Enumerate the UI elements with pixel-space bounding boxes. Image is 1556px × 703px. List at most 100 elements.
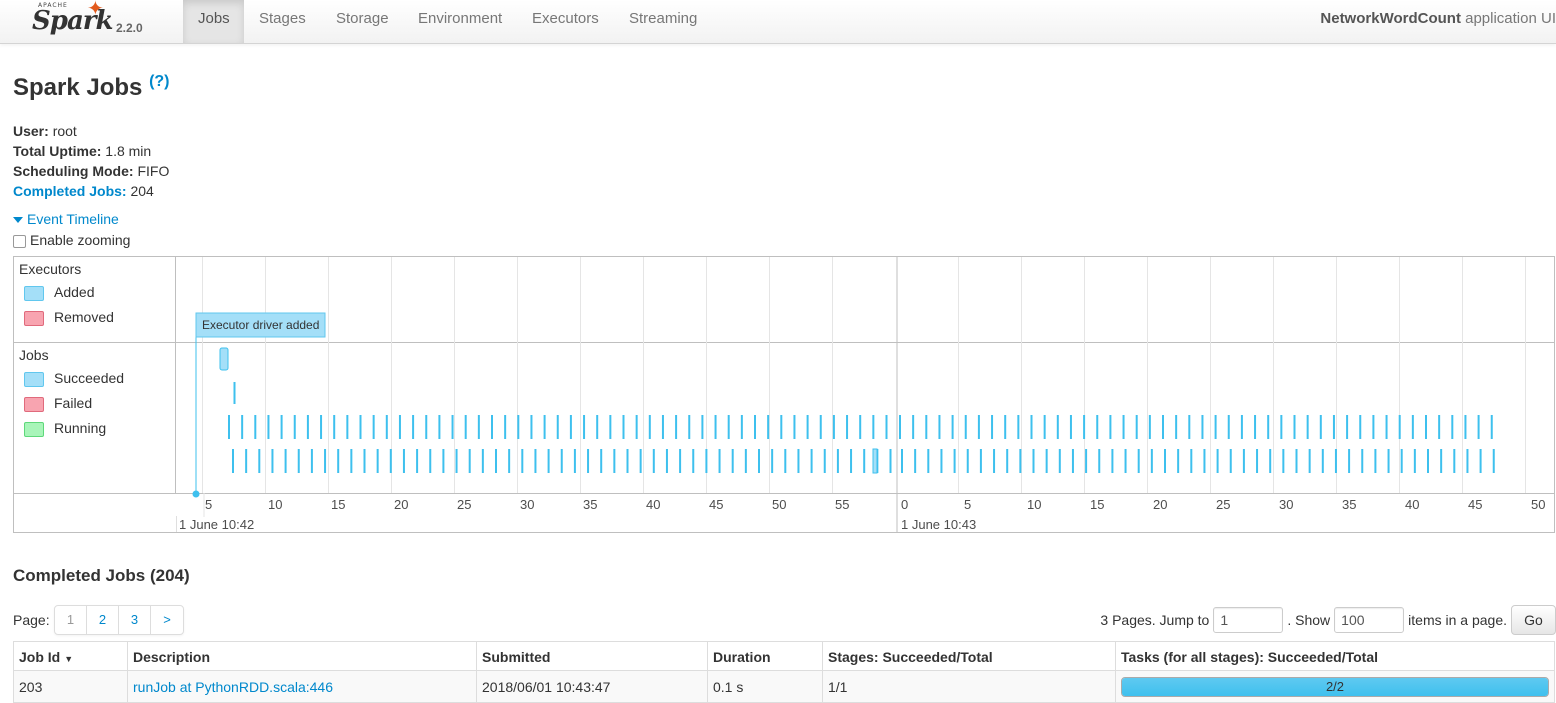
job-bar: [547, 449, 550, 473]
job-bar: [543, 415, 546, 439]
tab-streaming[interactable]: Streaming: [614, 0, 712, 43]
page-jump-form: 3 Pages. Jump to . Show items in a page.…: [1100, 605, 1556, 635]
job-bar: [626, 449, 629, 473]
job-bar: [233, 382, 236, 404]
job-bar: [333, 415, 336, 439]
job-bar: [1058, 449, 1061, 473]
help-icon[interactable]: (?): [149, 73, 169, 90]
legend-swatch: [24, 421, 44, 437]
job-bar: [1148, 415, 1151, 439]
job-bar: [1019, 449, 1022, 473]
col-stages[interactable]: Stages: Succeeded/Total: [822, 641, 1116, 671]
job-bar: [925, 415, 928, 439]
tab-executors[interactable]: Executors: [517, 0, 614, 43]
job-bar: [530, 415, 533, 439]
legend-swatch: [24, 396, 44, 412]
job-bar: [609, 415, 612, 439]
job-bar: [1214, 415, 1217, 439]
tick-label: 30: [520, 497, 534, 512]
page-title-text: Spark Jobs: [13, 74, 143, 101]
job-bar: [425, 415, 428, 439]
job-bar: [758, 449, 760, 473]
app-title: NetworkWordCount application UI: [1320, 0, 1556, 43]
job-bar: [1269, 449, 1272, 473]
col-job-id-label: Job Id: [19, 648, 61, 665]
job-id-cell: 203: [13, 670, 128, 703]
legend-label: Running: [54, 420, 107, 436]
job-description-link[interactable]: runJob at PythonRDD.scala:446: [133, 679, 333, 695]
event-timeline-toggle[interactable]: Event Timeline: [13, 211, 119, 227]
event-timeline-label: Event Timeline: [27, 211, 119, 227]
page-1-button[interactable]: 1: [55, 606, 87, 634]
job-bar: [254, 415, 257, 439]
tab-storage[interactable]: Storage: [321, 0, 404, 43]
job-bar: [481, 449, 484, 473]
col-submitted[interactable]: Submitted: [476, 641, 708, 671]
page-size-input[interactable]: [1334, 607, 1405, 633]
legend-swatch: [24, 371, 44, 387]
job-bar: [372, 415, 375, 439]
legend-label: Succeeded: [54, 370, 125, 386]
summary-mode: Scheduling Mode: FIFO: [13, 161, 169, 181]
job-bar: [1150, 449, 1153, 473]
job-bar: [1427, 449, 1429, 473]
job-bar: [241, 415, 244, 439]
job-bar: [991, 415, 994, 439]
job-bar: [337, 449, 340, 473]
job-bar: [675, 415, 678, 439]
job-bar: [569, 415, 572, 439]
job-bar: [1411, 415, 1414, 439]
job-bar: [1137, 449, 1140, 473]
job-bar: [727, 415, 730, 439]
page-2-button[interactable]: 2: [87, 606, 119, 634]
next-page-button[interactable]: >: [151, 606, 183, 634]
job-bar: [850, 449, 853, 473]
job-bar: [442, 449, 445, 473]
job-bar: [280, 415, 283, 439]
executor-event-dot: [192, 490, 200, 498]
tick-label: 25: [1216, 497, 1230, 512]
col-job-id[interactable]: Job Id ▼: [14, 642, 128, 671]
job-bar: [705, 449, 708, 473]
job-bar: [1135, 415, 1138, 439]
completed-jobs-title[interactable]: Completed Jobs (204): [13, 566, 190, 586]
job-bar: [889, 449, 892, 473]
job-bar: [714, 415, 717, 439]
job-bar: [385, 415, 388, 439]
job-bar: [1242, 449, 1245, 473]
app-suffix: application UI: [1460, 10, 1556, 27]
tab-environment[interactable]: Environment: [403, 0, 517, 43]
job-bar: [1453, 449, 1456, 473]
job-bar: [596, 415, 599, 439]
job-bar: [1361, 449, 1364, 473]
job-bar: [1440, 449, 1443, 473]
job-bar: [1164, 449, 1166, 473]
jump-page-input[interactable]: [1213, 607, 1284, 633]
tab-stages[interactable]: Stages: [244, 0, 321, 43]
enable-zooming-checkbox[interactable]: [13, 234, 26, 248]
legend-swatch: [24, 310, 44, 326]
job-bar: [1083, 415, 1086, 439]
page-3-button[interactable]: 3: [119, 606, 151, 634]
job-bar: [718, 449, 721, 473]
completed-jobs-link[interactable]: Completed Jobs:: [13, 183, 127, 199]
job-bar: [1346, 415, 1349, 439]
enable-zooming-label: Enable zooming: [30, 232, 131, 248]
col-description[interactable]: Description: [127, 641, 477, 671]
job-bar: [534, 449, 537, 473]
job-bar: [635, 415, 638, 439]
executor-event-label: Executor driver added: [202, 318, 319, 332]
col-tasks[interactable]: Tasks (for all stages): Succeeded/Total: [1115, 641, 1555, 671]
job-bar: [1359, 415, 1362, 439]
job-bar: [1188, 415, 1191, 439]
stages-cell: 1/1: [822, 670, 1116, 703]
tab-jobs[interactable]: Jobs: [183, 0, 244, 43]
job-bar: [1293, 415, 1296, 439]
legend-label: Removed: [54, 309, 114, 325]
go-button[interactable]: Go: [1511, 605, 1556, 635]
job-bar: [1451, 415, 1454, 439]
timeline-canvas[interactable]: 5 10 15 20 25 30 35 40 45 50 55 0 5 10 15 20 25 30 35 40 45 5…: [175, 257, 1554, 532]
col-duration[interactable]: Duration: [707, 641, 823, 671]
legend-label: Failed: [54, 395, 93, 411]
legend-swatch: [24, 285, 44, 301]
